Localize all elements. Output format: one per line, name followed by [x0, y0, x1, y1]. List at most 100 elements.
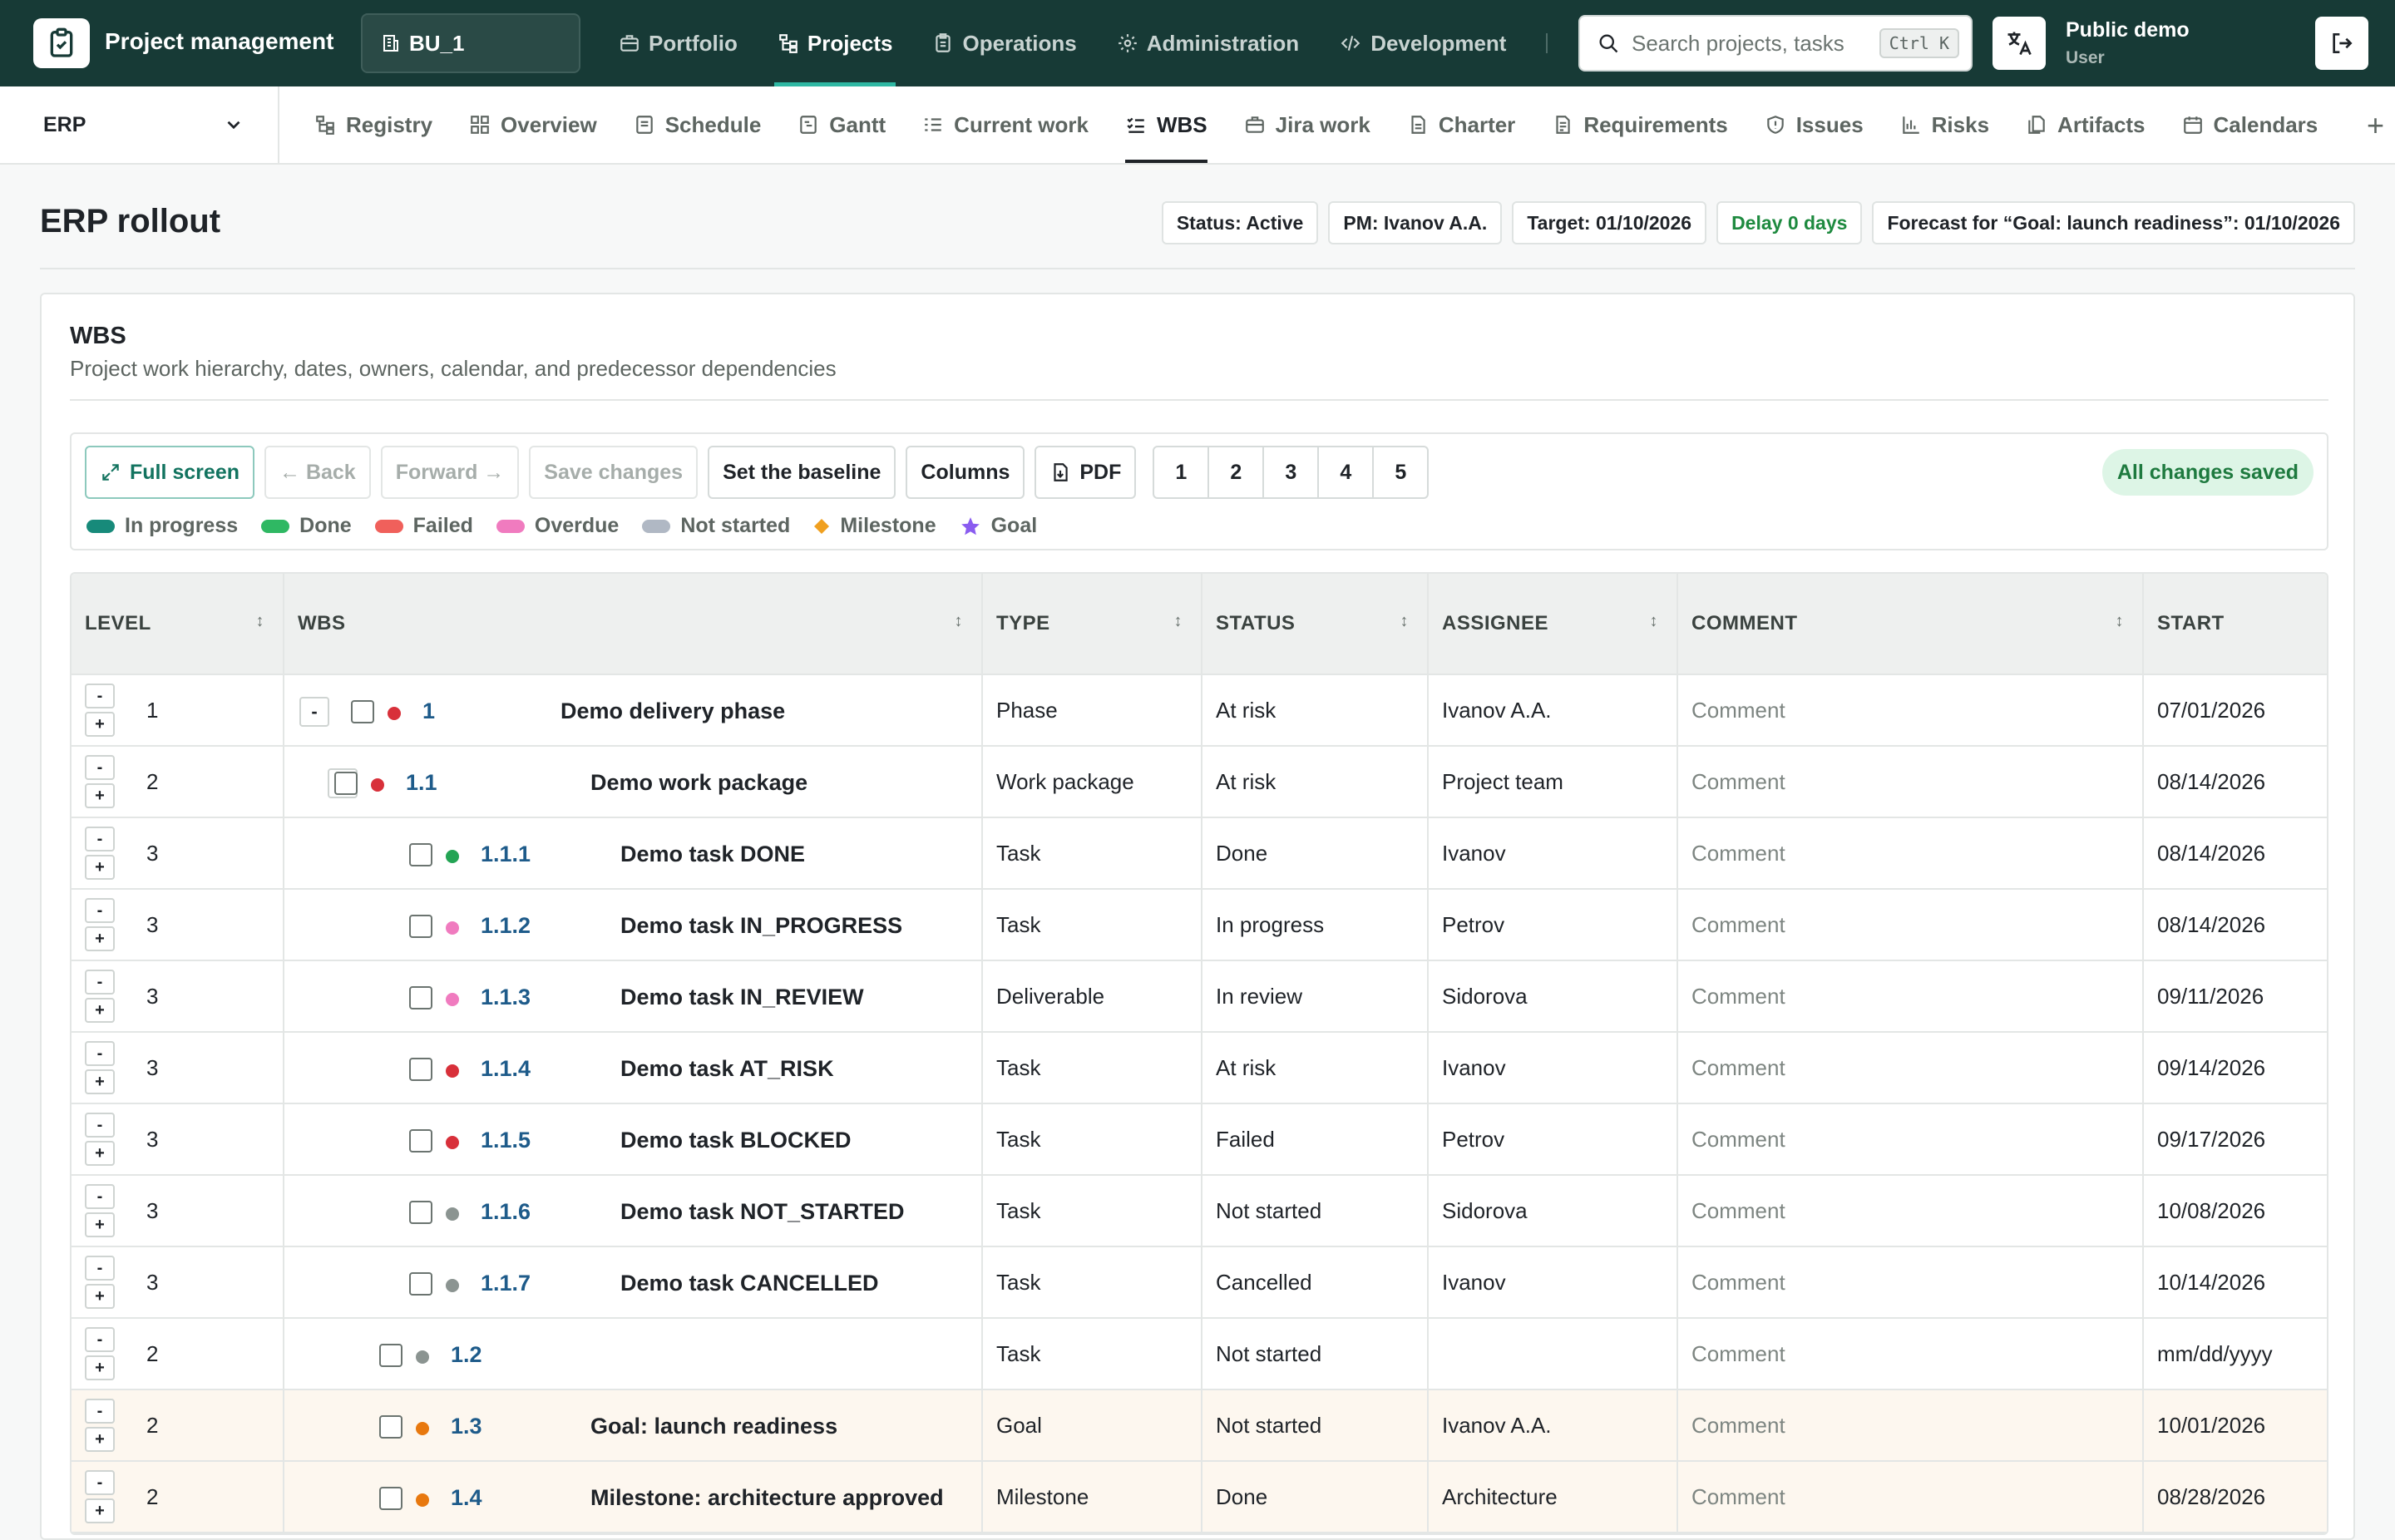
comment-cell[interactable]: Comment	[1678, 675, 2144, 745]
table-row[interactable]: - +3 1.1.3 Demo task IN_REVIEW Deliverable In…	[72, 961, 2327, 1033]
nav-operations[interactable]: Operations	[932, 0, 1096, 86]
global-search[interactable]: Search projects, tasks Ctrl K	[1578, 15, 1973, 72]
status-cell[interactable]: Not started	[1202, 1319, 1429, 1389]
start-date-cell[interactable]: 08/14/2026	[2144, 890, 2327, 960]
level-1-button[interactable]: 1	[1153, 446, 1210, 499]
type-cell[interactable]: Task	[983, 1176, 1202, 1246]
increase-level-button[interactable]: +	[85, 1355, 115, 1380]
decrease-level-button[interactable]: -	[85, 1470, 115, 1495]
start-date-cell[interactable]: 09/11/2026	[2144, 961, 2327, 1031]
type-cell[interactable]: Task	[983, 818, 1202, 888]
tab-calendars[interactable]: Calendars	[2182, 86, 2318, 163]
type-cell[interactable]: Task	[983, 1247, 1202, 1317]
tab-gantt[interactable]: Gantt	[798, 86, 886, 163]
type-cell[interactable]: Task	[983, 1104, 1202, 1174]
comment-cell[interactable]: Comment	[1678, 747, 2144, 817]
comment-cell[interactable]: Comment	[1678, 1462, 2144, 1532]
row-checkbox[interactable]	[379, 1415, 402, 1439]
row-checkbox[interactable]	[409, 915, 432, 938]
clipboard-check-logo-icon[interactable]	[33, 18, 90, 68]
increase-level-button[interactable]: +	[85, 783, 115, 808]
start-date-cell[interactable]: 08/14/2026	[2144, 747, 2327, 817]
column-header-level[interactable]: LEVEL ↕	[72, 574, 284, 674]
status-cell[interactable]: At risk	[1202, 675, 1429, 745]
table-row[interactable]: - +3 1.1.7 Demo task CANCELLED Task Cancelled…	[72, 1247, 2327, 1319]
nav-projects[interactable]: Projects	[773, 0, 913, 86]
full-screen-button[interactable]: Full screen	[85, 446, 254, 499]
type-cell[interactable]: Milestone	[983, 1462, 1202, 1532]
increase-level-button[interactable]: +	[85, 998, 115, 1023]
add-tab-button[interactable]: +	[2367, 108, 2384, 143]
assignee-cell[interactable]: Ivanov A.A.	[1429, 675, 1678, 745]
project-select[interactable]: ERP	[0, 86, 279, 163]
wbs-code[interactable]: 1.1.2	[481, 913, 531, 939]
increase-level-button[interactable]: +	[85, 1212, 115, 1237]
table-row[interactable]: - +3 1.1.5 Demo task BLOCKED Task Failed Petro…	[72, 1104, 2327, 1176]
status-cell[interactable]: Failed	[1202, 1104, 1429, 1174]
forward-button[interactable]: Forward →	[380, 446, 520, 499]
decrease-level-button[interactable]: -	[85, 1399, 115, 1424]
task-name[interactable]: Demo task AT_RISK	[620, 1056, 834, 1082]
tab-current-work[interactable]: Current work	[922, 86, 1089, 163]
start-date-cell[interactable]: 09/17/2026	[2144, 1104, 2327, 1174]
status-cell[interactable]: At risk	[1202, 747, 1429, 817]
assignee-cell[interactable]: Sidorova	[1429, 961, 1678, 1031]
row-checkbox[interactable]	[409, 986, 432, 1009]
sort-icon[interactable]: ↕	[256, 612, 265, 631]
start-date-cell[interactable]: 10/14/2026	[2144, 1247, 2327, 1317]
status-cell[interactable]: Not started	[1202, 1176, 1429, 1246]
wbs-code[interactable]: 1.2	[451, 1342, 482, 1368]
table-row[interactable]: - +2 1.2 Task Not started Comment mm/dd/yyyy	[72, 1319, 2327, 1390]
type-cell[interactable]: Task	[983, 1033, 1202, 1103]
column-header-wbs[interactable]: WBS ↕	[284, 574, 983, 674]
tab-requirements[interactable]: Requirements	[1552, 86, 1728, 163]
assignee-cell[interactable]	[1429, 1319, 1678, 1389]
language-button[interactable]	[1993, 17, 2046, 70]
comment-cell[interactable]: Comment	[1678, 890, 2144, 960]
decrease-level-button[interactable]: -	[85, 898, 115, 923]
search-input[interactable]: Search projects, tasks	[1632, 31, 1868, 57]
assignee-cell[interactable]: Ivanov	[1429, 818, 1678, 888]
sort-icon[interactable]: ↕	[1650, 612, 1659, 631]
row-checkbox[interactable]	[409, 843, 432, 866]
type-cell[interactable]: Phase	[983, 675, 1202, 745]
sort-icon[interactable]: ↕	[1400, 612, 1410, 631]
decrease-level-button[interactable]: -	[85, 684, 115, 708]
save-changes-button[interactable]: Save changes	[529, 446, 699, 499]
decrease-level-button[interactable]: -	[85, 970, 115, 995]
decrease-level-button[interactable]: -	[85, 1327, 115, 1352]
task-name[interactable]: Demo work package	[590, 770, 807, 796]
table-row[interactable]: - +3 1.1.1 Demo task DONE Task Done Ivanov Comm…	[72, 818, 2327, 890]
assignee-cell[interactable]: Ivanov A.A.	[1429, 1390, 1678, 1460]
row-checkbox[interactable]	[351, 700, 374, 723]
wbs-code[interactable]: 1.1.1	[481, 842, 531, 867]
task-name[interactable]: Milestone: architecture approved	[590, 1485, 944, 1511]
wbs-code[interactable]: 1.3	[451, 1414, 482, 1439]
comment-cell[interactable]: Comment	[1678, 1319, 2144, 1389]
column-header-start[interactable]: START	[2144, 574, 2327, 674]
increase-level-button[interactable]: +	[85, 1427, 115, 1452]
row-checkbox[interactable]	[379, 1344, 402, 1367]
assignee-cell[interactable]: Project team	[1429, 747, 1678, 817]
status-cell[interactable]: Not started	[1202, 1390, 1429, 1460]
column-header-status[interactable]: STATUS ↕	[1202, 574, 1429, 674]
row-checkbox[interactable]	[379, 1487, 402, 1510]
type-cell[interactable]: Deliverable	[983, 961, 1202, 1031]
task-name[interactable]: Demo task CANCELLED	[620, 1271, 879, 1296]
comment-cell[interactable]: Comment	[1678, 1033, 2144, 1103]
start-date-cell[interactable]: 08/14/2026	[2144, 818, 2327, 888]
table-row[interactable]: - +3 1.1.4 Demo task AT_RISK Task At risk Ivan…	[72, 1033, 2327, 1104]
comment-cell[interactable]: Comment	[1678, 961, 2144, 1031]
increase-level-button[interactable]: +	[85, 1069, 115, 1094]
comment-cell[interactable]: Comment	[1678, 818, 2144, 888]
type-cell[interactable]: Task	[983, 890, 1202, 960]
tab-registry[interactable]: Registry	[314, 86, 432, 163]
wbs-code[interactable]: 1.1	[406, 770, 437, 796]
status-cell[interactable]: Done	[1202, 1462, 1429, 1532]
wbs-code[interactable]: 1.1.5	[481, 1128, 531, 1153]
level-2-button[interactable]: 2	[1207, 446, 1265, 499]
decrease-level-button[interactable]: -	[85, 1256, 115, 1281]
assignee-cell[interactable]: Petrov	[1429, 1104, 1678, 1174]
start-date-cell[interactable]: 08/28/2026	[2144, 1462, 2327, 1532]
task-name[interactable]: Demo task BLOCKED	[620, 1128, 852, 1153]
